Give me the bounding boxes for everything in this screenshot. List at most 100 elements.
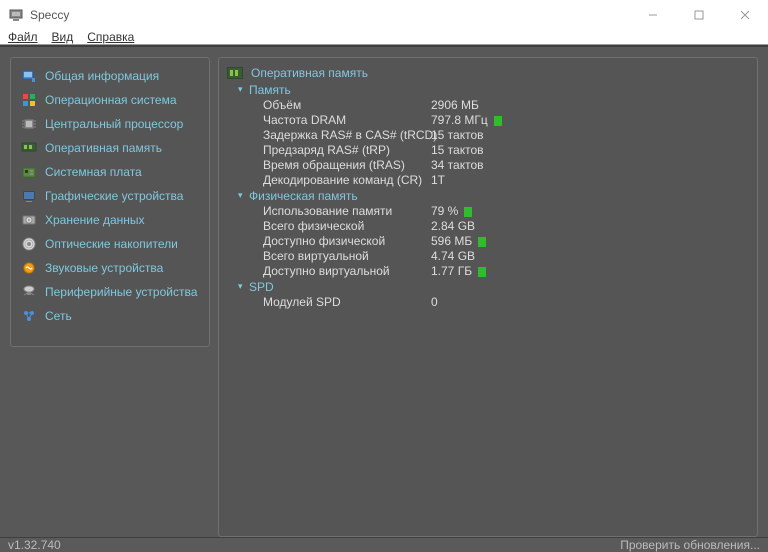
menu-view[interactable]: Вид [52,30,74,44]
ram-icon [21,140,37,156]
info-key: Объём [263,98,431,113]
status-indicator-icon [478,267,486,277]
sidebar-item-label: Операционная система [45,93,177,107]
summary-icon [21,68,37,84]
main-header: Оперативная память [223,64,753,82]
info-row: Время обращения (tRAS)34 тактов [263,158,753,173]
sidebar-item-label: Звуковые устройства [45,261,163,275]
info-row: Всего физической2.84 GB [263,219,753,234]
tree-children: Использование памяти79 %Всего физической… [249,204,753,279]
info-key: Доступно физической [263,234,431,249]
os-icon [21,92,37,108]
sidebar-item-ram[interactable]: Оперативная память [15,136,205,160]
info-key: Предзаряд RAS# (tRP) [263,143,431,158]
tree-group[interactable]: SPD [249,279,753,295]
sidebar-item-label: Оптические накопители [45,237,178,251]
titlebar-left: Speccy [8,7,69,23]
sidebar: Общая информация Операционная система Цент… [10,57,210,347]
info-value: 79 % [431,204,472,219]
info-value: 2.84 GB [431,219,475,234]
maximize-button[interactable] [676,0,722,30]
audio-icon [21,260,37,276]
close-button[interactable] [722,0,768,30]
sidebar-item-label: Хранение данных [45,213,145,227]
info-value: 1.77 ГБ [431,264,486,279]
info-key: Частота DRAM [263,113,431,128]
content-area: Общая информация Операционная система Цент… [0,45,768,537]
info-value: 797.8 МГц [431,113,502,128]
info-key: Доступно виртуальной [263,264,431,279]
storage-icon [21,212,37,228]
sidebar-item-storage[interactable]: Хранение данных [15,208,205,232]
info-key: Всего виртуальной [263,249,431,264]
sidebar-item-optical[interactable]: Оптические накопители [15,232,205,256]
optical-icon [21,236,37,252]
info-value: 1T [431,173,445,188]
main-title: Оперативная память [251,66,368,80]
sidebar-item-cpu[interactable]: Центральный процессор [15,112,205,136]
sidebar-item-label: Сеть [45,309,72,323]
sidebar-item-label: Общая информация [45,69,159,83]
info-value: 596 МБ [431,234,486,249]
info-key: Время обращения (tRAS) [263,158,431,173]
version-label: v1.32.740 [8,538,61,552]
sidebar-item-summary[interactable]: Общая информация [15,64,205,88]
sidebar-item-graphics[interactable]: Графические устройства [15,184,205,208]
info-row: Задержка RAS# в CAS# (tRCD)15 тактов [263,128,753,143]
menu-file[interactable]: Файл [8,30,38,44]
cpu-icon [21,116,37,132]
info-value: 4.74 GB [431,249,475,264]
info-row: Декодирование команд (CR)1T [263,173,753,188]
statusbar: v1.32.740 Проверить обновления... [0,537,768,552]
info-row: Доступно виртуальной1.77 ГБ [263,264,753,279]
info-row: Модулей SPD0 [263,295,753,310]
status-indicator-icon [464,207,472,217]
sidebar-item-network[interactable]: Сеть [15,304,205,328]
tree-group[interactable]: Физическая память [249,188,753,204]
tree-children: Объём2906 МБЧастота DRAM797.8 МГцЗадержк… [249,98,753,188]
info-key: Декодирование команд (CR) [263,173,431,188]
info-value: 15 тактов [431,143,484,158]
sidebar-item-label: Графические устройства [45,189,183,203]
sidebar-item-audio[interactable]: Звуковые устройства [15,256,205,280]
sidebar-item-os[interactable]: Операционная система [15,88,205,112]
info-row: Всего виртуальной4.74 GB [263,249,753,264]
info-key: Модулей SPD [263,295,431,310]
network-icon [21,308,37,324]
sidebar-item-label: Центральный процессор [45,117,183,131]
main-panel: Оперативная память ПамятьОбъём2906 МБЧас… [218,57,758,537]
info-row: Объём2906 МБ [263,98,753,113]
sidebar-item-label: Периферийные устройства [45,285,197,299]
sidebar-item-label: Системная плата [45,165,142,179]
tree-group[interactable]: Память [249,82,753,98]
sidebar-item-label: Оперативная память [45,141,162,155]
info-row: Частота DRAM797.8 МГц [263,113,753,128]
motherboard-icon [21,164,37,180]
minimize-button[interactable] [630,0,676,30]
menubar: Файл Вид Справка [0,30,768,45]
info-value: 2906 МБ [431,98,479,113]
info-value: 34 тактов [431,158,484,173]
app-icon [8,7,24,23]
sidebar-item-peripherals[interactable]: Периферийные устройства [15,280,205,304]
sidebar-item-motherboard[interactable]: Системная плата [15,160,205,184]
info-value: 15 тактов [431,128,484,143]
ram-icon [227,67,243,79]
info-row: Предзаряд RAS# (tRP)15 тактов [263,143,753,158]
info-row: Доступно физической596 МБ [263,234,753,249]
window-title: Speccy [30,8,69,22]
titlebar: Speccy [0,0,768,30]
info-key: Всего физической [263,219,431,234]
tree-children: Модулей SPD0 [249,295,753,310]
info-row: Использование памяти79 % [263,204,753,219]
info-value: 0 [431,295,438,310]
menu-help[interactable]: Справка [87,30,134,44]
info-key: Использование памяти [263,204,431,219]
info-key: Задержка RAS# в CAS# (tRCD) [263,128,431,143]
window-controls [630,0,768,30]
status-indicator-icon [478,237,486,247]
update-link[interactable]: Проверить обновления... [620,538,760,552]
info-tree: ПамятьОбъём2906 МБЧастота DRAM797.8 МГцЗ… [223,82,753,310]
status-indicator-icon [494,116,502,126]
graphics-icon [21,188,37,204]
